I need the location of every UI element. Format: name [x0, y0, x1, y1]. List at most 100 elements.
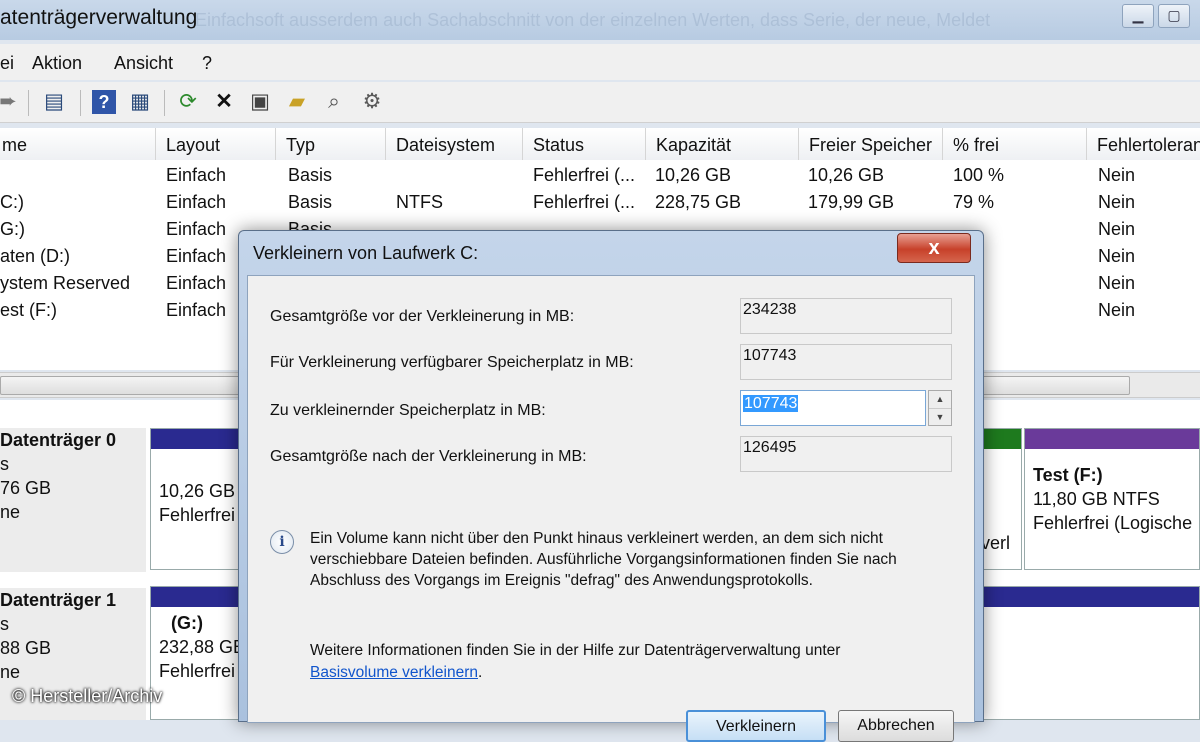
cell-name: est (F:): [0, 300, 57, 320]
copyright-watermark: © Hersteller/Archiv: [12, 686, 163, 706]
total-after-value: 126495: [740, 436, 952, 472]
cell-percent: 100 %: [953, 165, 1005, 185]
spin-up-icon[interactable]: ▲: [929, 391, 951, 409]
cancel-button[interactable]: Abbrechen: [838, 710, 954, 742]
disk-name: Datenträger 1: [0, 590, 117, 610]
cell-layout: Einfach: [166, 273, 227, 293]
column-status[interactable]: Status: [523, 128, 646, 160]
toolbar: ➨ ▤ ? ▦ ⟳ ✕ ▣ ▰ ⌕ ⚙: [0, 82, 1200, 123]
console-tree-icon[interactable]: ▤: [42, 90, 66, 114]
cell-capacity: 228,75 GB: [655, 192, 742, 212]
partition-status: verl: [981, 533, 1011, 553]
menu-file[interactable]: ei: [0, 53, 14, 74]
cell-capacity: 10,26 GB: [655, 165, 732, 185]
shrink-amount-input[interactable]: 107743: [740, 390, 926, 426]
toolbar-separator: [28, 90, 29, 116]
cell-layout: Einfach: [166, 219, 227, 239]
forward-arrow-icon[interactable]: ➨: [0, 90, 20, 114]
minimize-button[interactable]: ▁: [1122, 4, 1154, 28]
partition-status: Fehlerfrei (Logische: [1033, 513, 1193, 533]
maximize-button[interactable]: ▢: [1158, 4, 1190, 28]
cell-filesystem: NTFS: [396, 192, 443, 212]
shrink-amount-value: 107743: [743, 395, 799, 412]
toolbar-separator: [164, 90, 165, 116]
help-icon[interactable]: ?: [92, 90, 116, 114]
info-text: Ein Volume kann nicht über den Punkt hin…: [310, 530, 897, 589]
more-info-text: Weitere Informationen finden Sie in der …: [310, 642, 841, 659]
partition-title: Test (F:): [1033, 465, 1103, 485]
cell-layout: Einfach: [166, 246, 227, 266]
cell-fault: Nein: [1098, 165, 1136, 185]
column-fault-tolerance[interactable]: Fehlertoleranz: [1087, 128, 1200, 160]
cell-fault: Nein: [1098, 246, 1136, 266]
cell-free: 179,99 GB: [808, 192, 895, 212]
settings-icon[interactable]: ⚙: [360, 90, 384, 114]
total-before-value: 234238: [740, 298, 952, 334]
title-ghost-text: Einfachsoft ausserdem auch Sachabschnitt…: [195, 10, 991, 30]
table-row[interactable]: Einfach Basis Fehlerfrei (... 10,26 GB 1…: [0, 162, 1200, 189]
properties-icon[interactable]: ▣: [248, 90, 272, 114]
disk-status: ne: [0, 662, 21, 682]
menu-bar: ei Aktion Ansicht ?: [0, 44, 1200, 80]
explore-icon[interactable]: ⌕: [322, 90, 346, 114]
table-row[interactable]: C:) Einfach Basis NTFS Fehlerfrei (... 2…: [0, 189, 1200, 216]
close-icon[interactable]: x: [897, 233, 971, 263]
column-type[interactable]: Typ: [276, 128, 386, 160]
spin-down-icon[interactable]: ▼: [929, 409, 951, 426]
shrink-amount-label: Zu verkleinernder Speicherplatz in MB:: [270, 402, 546, 419]
menu-help[interactable]: ?: [202, 53, 212, 74]
column-filesystem[interactable]: Dateisystem: [386, 128, 523, 160]
partition-status: Fehlerfrei: [159, 505, 236, 525]
shrink-button[interactable]: Verkleinern: [686, 710, 826, 742]
cell-layout: Einfach: [166, 165, 227, 185]
partition-bar: [151, 429, 249, 449]
cell-fault: Nein: [1098, 192, 1136, 212]
partition-g[interactable]: (G:) 232,88 GE Fehlerfrei: [150, 586, 250, 720]
refresh-icon[interactable]: ⟳: [176, 90, 200, 114]
cell-fault: Nein: [1098, 300, 1136, 320]
menu-view[interactable]: Ansicht: [114, 53, 173, 74]
cell-free: 10,26 GB: [808, 165, 885, 185]
dialog-body: Gesamtgröße vor der Verkleinerung in MB:…: [247, 275, 975, 742]
dialog-title: Verkleinern von Laufwerk C:: [253, 243, 479, 263]
partition-size: 11,80 GB NTFS: [1033, 489, 1160, 509]
column-free-space[interactable]: Freier Speicher: [799, 128, 943, 160]
disk-type: s: [0, 614, 9, 634]
volume-list-header: me Layout Typ Dateisystem Status Kapazit…: [0, 128, 1200, 161]
partition-title: (G:): [171, 613, 203, 633]
cell-layout: Einfach: [166, 192, 227, 212]
cell-type: Basis: [288, 192, 333, 212]
partition-size: 10,26 GB: [159, 481, 236, 501]
partition-bar: [981, 587, 1199, 607]
cell-percent: 79 %: [953, 192, 995, 212]
partition-block[interactable]: [980, 586, 1200, 720]
cell-type: Basis: [288, 165, 333, 185]
open-icon[interactable]: ▰: [285, 90, 309, 114]
disk-name: Datenträger 0: [0, 430, 117, 450]
partition-bar: [1025, 429, 1199, 449]
disk-status: ne: [0, 502, 21, 522]
column-percent-free[interactable]: % frei: [943, 128, 1087, 160]
properties-view-icon[interactable]: ▦: [128, 90, 152, 114]
total-before-label: Gesamtgröße vor der Verkleinerung in MB:: [270, 308, 575, 325]
cell-name: C:): [0, 192, 24, 212]
delete-icon[interactable]: ✕: [212, 90, 236, 114]
partition-block[interactable]: 10,26 GB Fehlerfrei: [150, 428, 250, 570]
column-name[interactable]: me: [0, 128, 156, 160]
column-layout[interactable]: Layout: [156, 128, 276, 160]
cell-status: Fehlerfrei (...: [533, 165, 636, 185]
available-space-value: 107743: [740, 344, 952, 380]
cell-layout: Einfach: [166, 300, 227, 320]
cell-status: Fehlerfrei (...: [533, 192, 636, 212]
menu-action[interactable]: Aktion: [32, 53, 82, 74]
shrink-amount-stepper[interactable]: ▲ ▼: [928, 390, 952, 426]
column-capacity[interactable]: Kapazität: [646, 128, 799, 160]
partition-bar: [151, 587, 249, 607]
partition-status: Fehlerfrei: [159, 661, 236, 681]
help-link[interactable]: Basisvolume verkleinern: [310, 664, 478, 681]
cell-name: G:): [0, 219, 25, 239]
shrink-volume-dialog: Verkleinern von Laufwerk C: x Gesamtgröß…: [238, 230, 984, 742]
disk-0-label[interactable]: Datenträger 0 s 76 GB ne: [0, 428, 146, 572]
partition-test-f[interactable]: Test (F:) 11,80 GB NTFS Fehlerfrei (Logi…: [1024, 428, 1200, 570]
cell-fault: Nein: [1098, 273, 1136, 293]
